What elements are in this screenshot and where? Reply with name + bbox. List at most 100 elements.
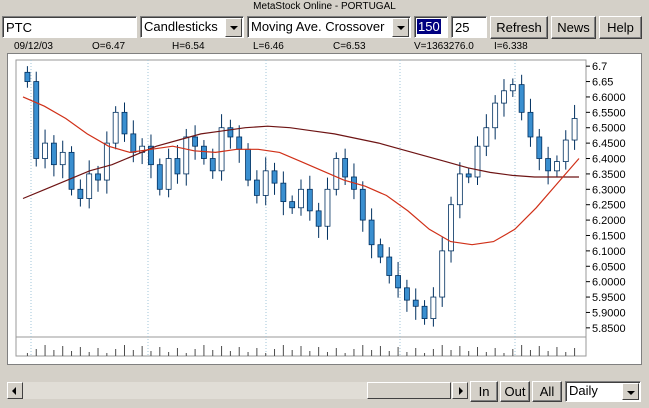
candle-body xyxy=(571,118,578,141)
param2-input[interactable] xyxy=(452,17,486,37)
candle-body xyxy=(474,145,481,178)
volume-bar xyxy=(141,346,143,356)
chart-area[interactable]: MayJunJulAugSep6.76.656.60006.55006.5000… xyxy=(7,53,642,365)
volume-bar xyxy=(194,349,196,356)
info-low: L=6.46 xyxy=(253,41,284,52)
chart-type-select[interactable]: Candlesticks xyxy=(140,16,244,38)
symbol-field[interactable] xyxy=(2,16,137,38)
candle-body xyxy=(368,219,375,246)
toolbar: Candlesticks Moving Ave. Crossover 150 R… xyxy=(0,14,649,40)
volume-bar xyxy=(485,352,487,356)
chevron-down-icon[interactable] xyxy=(392,18,409,37)
candle-body xyxy=(554,161,560,172)
volume-bar xyxy=(247,352,249,356)
candle-body xyxy=(404,287,410,301)
volume-bar xyxy=(35,349,37,356)
y-tick-label: 5.8500 xyxy=(592,323,626,335)
y-tick-label: 6.3000 xyxy=(592,184,626,196)
news-button[interactable]: News xyxy=(551,16,596,39)
y-tick-label: 6.4000 xyxy=(592,154,626,166)
candle-body xyxy=(386,256,393,276)
volume-bar xyxy=(335,348,337,356)
zoom-out-button[interactable]: Out xyxy=(500,381,530,402)
scroll-thumb[interactable] xyxy=(367,382,451,399)
candle-body xyxy=(298,188,304,209)
horizontal-scrollbar[interactable] xyxy=(7,382,468,399)
candle-body xyxy=(359,188,366,221)
y-tick-label: 6.65 xyxy=(592,77,613,89)
volume-bar xyxy=(44,345,46,356)
candle-body xyxy=(209,158,216,172)
y-tick-label: 5.9500 xyxy=(592,292,626,304)
show-all-button[interactable]: All xyxy=(532,381,562,402)
volume-bar xyxy=(88,352,90,356)
param1-field[interactable]: 150 xyxy=(414,16,448,38)
help-button[interactable]: Help xyxy=(599,16,642,39)
volume-bar xyxy=(62,346,64,356)
chevron-down-icon[interactable] xyxy=(622,383,639,400)
volume-bar xyxy=(159,347,161,356)
candle-body xyxy=(68,151,75,190)
period-select[interactable]: Daily xyxy=(565,381,641,402)
volume-bar xyxy=(238,347,240,356)
volume-bar xyxy=(406,352,408,356)
volume-bar xyxy=(229,351,231,356)
candle-body xyxy=(42,142,48,159)
candle-body xyxy=(112,111,119,144)
candle-body xyxy=(156,164,163,190)
candle-body xyxy=(174,158,181,175)
scroll-left-icon[interactable] xyxy=(7,382,23,399)
candle-body xyxy=(333,158,340,190)
scroll-right-icon[interactable] xyxy=(452,382,468,399)
volume-bar xyxy=(115,349,117,356)
refresh-button[interactable]: Refresh xyxy=(490,16,548,39)
y-tick-label: 6.3500 xyxy=(592,169,626,181)
candle-body xyxy=(439,250,446,298)
info-volume: V=1363276.0 xyxy=(414,41,474,52)
candle-body xyxy=(395,275,401,289)
price-chart[interactable]: MayJunJulAugSep6.76.656.60006.55006.5000… xyxy=(8,54,641,364)
chevron-down-icon[interactable] xyxy=(225,18,242,37)
candle-body xyxy=(306,188,313,212)
candle-body xyxy=(342,158,349,178)
volume-bar xyxy=(477,347,479,356)
candle-body xyxy=(412,299,419,307)
param1-value: 150 xyxy=(417,19,441,34)
indicator-select[interactable]: Moving Ave. Crossover xyxy=(247,16,411,38)
candle-body xyxy=(103,142,110,181)
volume-bar xyxy=(547,351,549,356)
y-tick-label: 6.0000 xyxy=(592,277,626,289)
candle-body xyxy=(192,136,198,147)
candle-body xyxy=(492,102,499,129)
candle-body xyxy=(315,210,322,227)
info-close: C=6.53 xyxy=(333,41,366,52)
candle-body xyxy=(50,142,57,166)
candle-body xyxy=(24,71,31,82)
candle-body xyxy=(483,127,490,147)
y-tick-label: 5.9000 xyxy=(592,307,626,319)
volume-bar xyxy=(291,350,293,356)
zoom-in-button[interactable]: In xyxy=(470,381,498,402)
candle-body xyxy=(448,204,454,252)
chart-type-value: Candlesticks xyxy=(144,19,218,34)
param2-field[interactable] xyxy=(451,16,487,38)
volume-bar xyxy=(176,348,178,356)
volume-bar xyxy=(441,345,443,356)
y-tick-label: 6.5000 xyxy=(592,123,626,135)
candle-body xyxy=(456,173,463,206)
volume-bar xyxy=(309,351,311,356)
volume-bar xyxy=(212,350,214,356)
candle-body xyxy=(377,244,384,258)
symbol-input[interactable] xyxy=(3,17,136,37)
volume-bar xyxy=(168,352,170,356)
info-indicator: I=6.338 xyxy=(494,41,528,52)
window-title: MetaStock Online - PORTUGAL xyxy=(253,1,396,12)
volume-bar xyxy=(415,348,417,356)
y-tick-label: 6.1500 xyxy=(592,230,626,242)
volume-bar xyxy=(529,350,531,356)
y-tick-label: 6.7 xyxy=(592,61,607,73)
candle-body xyxy=(121,111,128,135)
volume-bar xyxy=(106,353,108,356)
volume-bar xyxy=(53,350,55,356)
volume-bar xyxy=(79,347,81,356)
